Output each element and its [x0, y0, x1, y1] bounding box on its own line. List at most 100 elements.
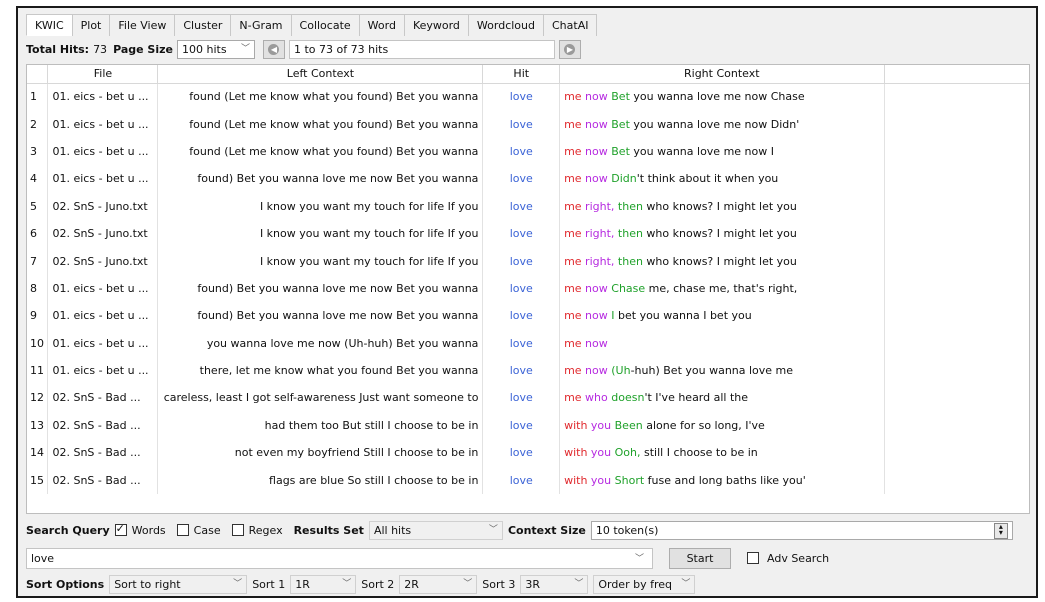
page-size-select[interactable]: 100 hits ﹀: [176, 39, 255, 59]
left-context-cell: found) Bet you wanna love me now Bet you…: [157, 165, 484, 193]
right-context-token: me: [564, 227, 582, 241]
left-context-cell: I know you want my touch for life If you: [157, 247, 484, 275]
right-context-cell: me now I bet you wanna I bet you: [559, 302, 885, 330]
column-header-left-context[interactable]: Left Context: [157, 65, 484, 84]
table-row[interactable]: 3 01. eics - bet u ... found (Let me know …: [27, 137, 1029, 166]
table-row[interactable]: 5 02. SnS - Juno.txt I know you want my to…: [27, 192, 1029, 220]
file-cell: 02. SnS - Juno.txt: [47, 247, 159, 275]
sort-mode-select[interactable]: Sort to right ﹀: [109, 574, 248, 594]
words-checkbox[interactable]: [114, 522, 127, 536]
right-context-token: me: [564, 281, 582, 295]
tab-plot[interactable]: Plot: [71, 14, 110, 36]
file-cell: 02. SnS - Juno.txt: [47, 219, 159, 248]
column-header-file[interactable]: File: [47, 65, 159, 84]
row-index: 10: [27, 329, 49, 357]
column-header-index[interactable]: [27, 65, 49, 84]
right-context-token: me: [564, 309, 582, 323]
tab-file-view[interactable]: File View: [109, 14, 175, 36]
regex-label: Regex: [248, 523, 283, 537]
sort1-value: 1R: [295, 577, 310, 591]
table-row[interactable]: 4 01. eics - bet u ... found) Bet you wann…: [27, 165, 1029, 193]
right-context-token: Ooh,: [611, 446, 641, 460]
table-row[interactable]: 14 02. SnS - Bad ... not even my boyfriend…: [27, 439, 1029, 467]
context-size-field[interactable]: 10 token(s) ▴ ▾: [590, 520, 1013, 540]
hit-cell: love: [482, 83, 561, 111]
table-row[interactable]: 7 02. SnS - Juno.txt I know you want my to…: [27, 247, 1029, 275]
start-button[interactable]: Start: [669, 547, 731, 569]
hit-cell: love: [482, 466, 561, 494]
tab-cluster[interactable]: Cluster: [174, 14, 231, 36]
right-context-cell: me now Bet you wanna love me now I: [559, 137, 885, 166]
sort1-select[interactable]: 1R ﹀: [290, 574, 357, 594]
sort3-select[interactable]: 3R ﹀: [520, 574, 589, 594]
chevron-down-icon: ﹀: [488, 524, 498, 535]
left-context-cell: found) Bet you wanna love me now Bet you…: [157, 274, 484, 303]
order-select[interactable]: Order by freq ﹀: [593, 574, 696, 594]
right-context-token: I: [607, 309, 615, 323]
left-context-cell: flags are blue So still I choose to be i…: [157, 466, 484, 494]
file-cell: 01. eics - bet u ...: [47, 274, 159, 303]
right-context-token: 't think about it when you: [636, 172, 779, 186]
empty-cell: [884, 466, 1029, 493]
tab-keyword[interactable]: Keyword: [403, 14, 468, 36]
hit-range-field: 1 to 73 of 73 hits: [288, 39, 555, 59]
tab-word[interactable]: Word: [358, 14, 404, 36]
right-context-token: you wanna love me now Chase: [629, 90, 805, 104]
empty-cell: [884, 165, 1029, 192]
table-row[interactable]: 6 02. SnS - Juno.txt I know you want my to…: [27, 219, 1029, 248]
table-row[interactable]: 13 02. SnS - Bad ... had them too But stil…: [27, 411, 1029, 440]
next-page-button[interactable]: ▶: [558, 39, 581, 59]
case-checkbox[interactable]: [176, 524, 189, 536]
spinner-icon[interactable]: ▴ ▾: [993, 522, 1008, 539]
tab-wordcloud[interactable]: Wordcloud: [467, 14, 543, 36]
table-row[interactable]: 1 01. eics - bet u ... found (Let me know …: [27, 83, 1029, 111]
table-row[interactable]: 12 02. SnS - Bad ... careless, least I got…: [27, 384, 1029, 412]
table-row[interactable]: 15 02. SnS - Bad ... flags are blue So sti…: [27, 466, 1029, 494]
empty-cell: [884, 357, 1029, 384]
right-context-token: Been: [611, 418, 643, 432]
table-row[interactable]: 8 01. eics - bet u ... found) Bet you wann…: [27, 274, 1029, 303]
left-context-cell: had them too But still I choose to be in: [157, 411, 484, 440]
row-index: 11: [27, 356, 49, 385]
column-header-hit[interactable]: Hit: [482, 65, 561, 84]
regex-checkbox[interactable]: [231, 524, 244, 536]
right-context-cell: me now Bet you wanna love me now Didn': [559, 110, 885, 138]
prev-page-button[interactable]: ◀: [262, 39, 285, 59]
sort2-value: 2R: [404, 577, 419, 591]
row-index: 9: [27, 302, 49, 330]
kwic-table-container[interactable]: File Left Context Hit Right Context 1 01.…: [26, 64, 1030, 514]
sort2-select[interactable]: 2R ﹀: [399, 574, 478, 594]
table-row[interactable]: 2 01. eics - bet u ... found (Let me know …: [27, 110, 1029, 138]
search-query-label: Search Query: [26, 523, 110, 537]
hit-cell: love: [482, 219, 561, 248]
right-context-token: Didn: [607, 172, 637, 186]
file-cell: 01. eics - bet u ...: [47, 83, 159, 111]
table-row[interactable]: 11 01. eics - bet u ... there, let me know…: [27, 356, 1029, 385]
right-context-token: me: [564, 117, 582, 131]
left-context-cell: not even my boyfriend Still I choose to …: [157, 439, 484, 467]
column-header-right-context[interactable]: Right Context: [559, 65, 885, 84]
left-context-cell: careless, least I got self-awareness Jus…: [157, 384, 484, 412]
right-context-cell: me now Didn't think about it when you: [559, 165, 885, 193]
right-context-token: now: [581, 144, 608, 158]
chevron-down-icon[interactable]: ﹀: [635, 550, 644, 569]
right-context-token: now: [581, 90, 608, 104]
table-row[interactable]: 10 01. eics - bet u ... you wanna love me …: [27, 329, 1029, 357]
tab-n-gram[interactable]: N-Gram: [230, 14, 291, 36]
tab-kwic[interactable]: KWIC: [26, 14, 72, 36]
tab-chatai[interactable]: ChatAI: [542, 14, 598, 36]
empty-cell: [884, 412, 1029, 439]
right-context-token: right,: [581, 199, 615, 213]
search-input[interactable]: love ﹀: [26, 547, 653, 569]
results-set-select[interactable]: All hits ﹀: [368, 520, 503, 540]
file-cell: 02. SnS - Bad ...: [47, 466, 159, 494]
hit-cell: love: [482, 137, 561, 166]
table-row[interactable]: 9 01. eics - bet u ... found) Bet you wann…: [27, 302, 1029, 330]
right-context-token: who: [581, 391, 608, 405]
right-context-token: then: [614, 254, 643, 268]
right-context-token: now: [581, 172, 608, 186]
adv-search-checkbox[interactable]: [747, 552, 759, 564]
chevron-down-icon: ﹀: [574, 578, 584, 589]
tab-collocate[interactable]: Collocate: [290, 14, 359, 36]
row-index: 13: [27, 411, 49, 440]
